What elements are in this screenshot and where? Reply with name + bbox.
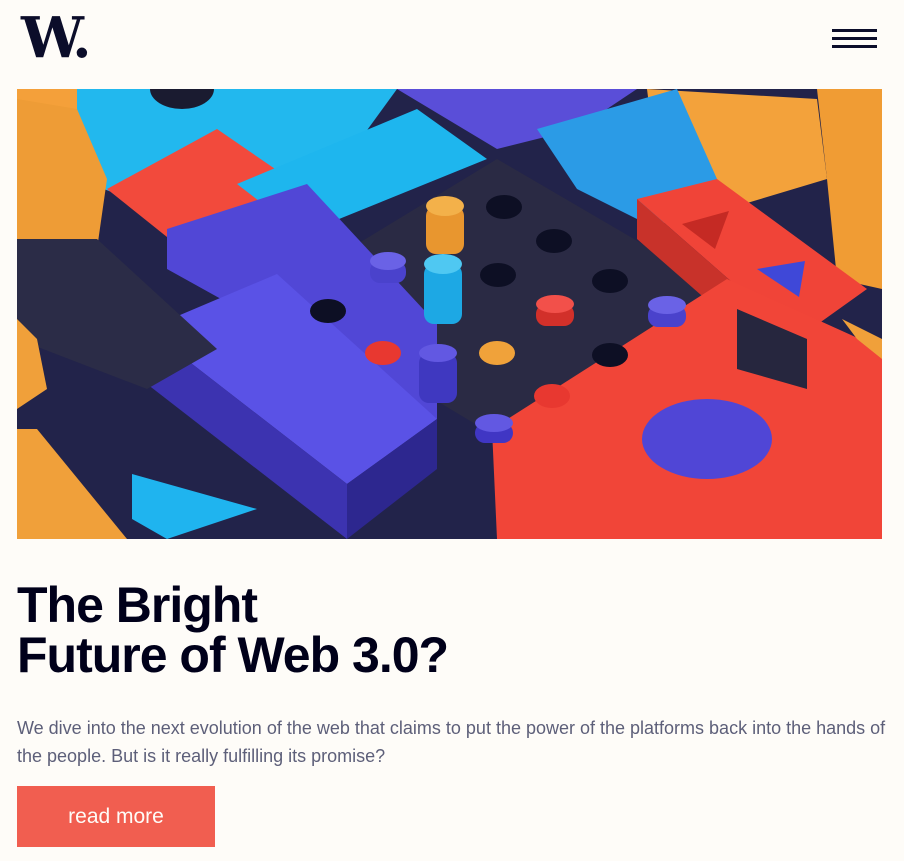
- read-more-button[interactable]: read more: [17, 786, 215, 847]
- logo[interactable]: W.: [21, 10, 92, 66]
- article-title: The Bright Future of Web 3.0?: [17, 580, 877, 680]
- hero-image: [17, 89, 882, 539]
- article-description: We dive into the next evolution of the w…: [17, 718, 886, 766]
- article-title-line-2: Future of Web 3.0?: [17, 627, 449, 683]
- hamburger-menu-icon[interactable]: [830, 27, 878, 53]
- article-title-line-1: The Bright: [17, 577, 258, 633]
